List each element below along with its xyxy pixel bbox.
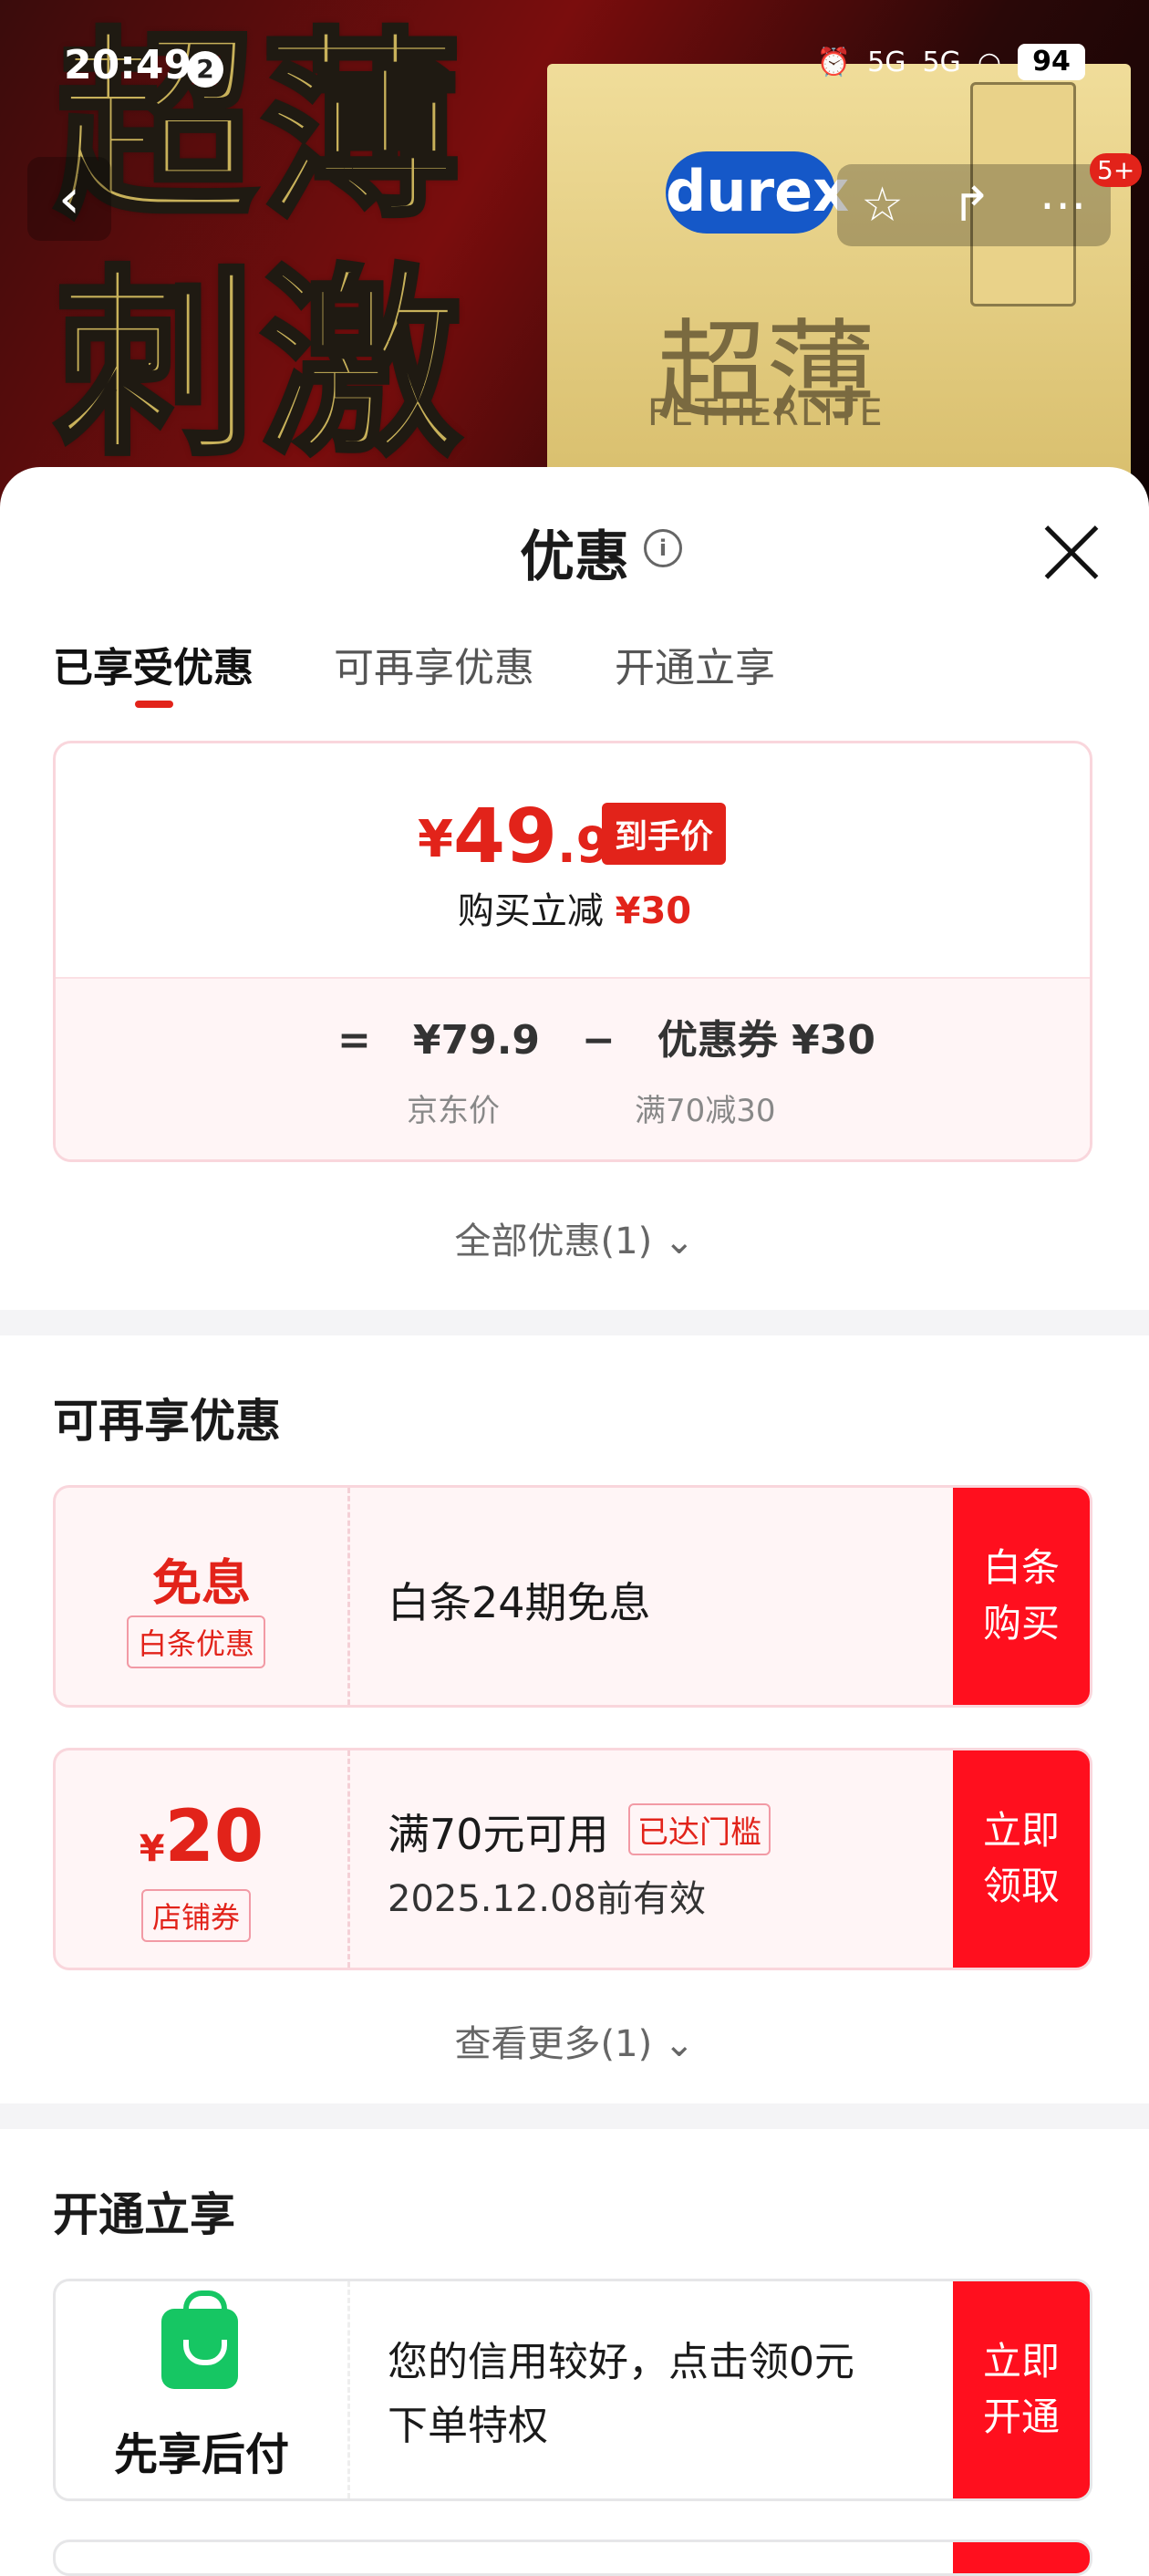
promo-text-line2: 刺激 [52, 248, 468, 482]
signal-icon: 5G [922, 46, 961, 78]
tab-available[interactable]: 可再享优惠 [334, 635, 534, 693]
purchase-reduction: 购买立减 ¥30 [457, 890, 692, 932]
final-price-tag: 到手价 [602, 803, 727, 865]
shopping-bag-icon [161, 2290, 238, 2389]
pay-later-label: 先享后付 [113, 2429, 289, 2480]
all-discounts-link[interactable]: 全部优惠(1) ⌄ [0, 1211, 1149, 1264]
favorite-icon[interactable]: ☆ [861, 178, 904, 233]
info-icon[interactable]: i [644, 529, 682, 567]
pay-later-card: 先享后付 您的信用较好，点击领0元 下单特权 立即 开通 [53, 2279, 1092, 2501]
discount-tabs: 已享受优惠 可再享优惠 开通立享 [53, 635, 775, 693]
next-card-cta[interactable] [953, 2542, 1090, 2573]
share-icon[interactable]: ↱ [952, 178, 992, 233]
notification-count: 2 [187, 51, 223, 88]
price-formula: = ¥79.9 − 优惠券 ¥30 [337, 1017, 876, 1064]
product-box-sub: FETHERLITE [647, 392, 885, 434]
top-actions: ☆ ↱ ⋯ [837, 164, 1111, 246]
brand-logo: durex [666, 151, 849, 234]
section-divider [0, 1310, 1149, 1335]
wifi-icon: ◠ [977, 46, 1001, 78]
cart-badge: 5+ [1090, 153, 1143, 187]
alarm-icon: ⏰ [816, 46, 852, 78]
status-bar: 20:49 2 ⏰ 5G 5G ◠ 94 [0, 0, 1149, 137]
close-button[interactable] [1040, 520, 1103, 584]
next-card-peek [53, 2540, 1092, 2576]
tab-indicator [135, 701, 173, 708]
tab-activate[interactable]: 开通立享 [615, 635, 775, 693]
status-time: 20:49 [64, 42, 192, 88]
jd-price-label: 京东价 [407, 1093, 500, 1129]
coupon-tag: 白条优惠 [127, 1615, 266, 1668]
claim-coupon-button[interactable]: 立即 领取 [953, 1750, 1090, 1968]
section-divider [0, 2103, 1149, 2129]
threshold-badge: 已达门槛 [628, 1803, 771, 1855]
tab-enjoyed[interactable]: 已享受优惠 [53, 635, 254, 693]
coupon-tag: 店铺券 [141, 1889, 252, 1942]
chevron-down-icon: ⌄ [663, 2023, 695, 2065]
coupon-expiry: 2025.12.08前有效 [388, 1878, 707, 1920]
coupon-desc: 白条24期免息 [388, 1578, 651, 1627]
coupon-desc: 满70元可用 [388, 1810, 609, 1859]
back-icon: ‹ [58, 167, 80, 231]
signal-icon: 5G [867, 46, 906, 78]
view-more-link[interactable]: 查看更多(1) ⌄ [0, 2014, 1149, 2067]
section-title-activate: 开通立享 [53, 2188, 235, 2241]
more-icon[interactable]: ⋯ [1040, 178, 1087, 233]
coupon-interest-free: 免息 白条优惠 白条24期免息 白条 购买 [53, 1485, 1092, 1708]
pay-later-desc: 您的信用较好，点击领0元 下单特权 [388, 2339, 854, 2450]
sheet-title: 优惠 [520, 525, 629, 589]
baitiao-buy-button[interactable]: 白条 购买 [953, 1488, 1090, 1705]
activate-button[interactable]: 立即 开通 [953, 2281, 1090, 2498]
chevron-down-icon: ⌄ [663, 1220, 695, 1262]
coupon-rule-label: 满70减30 [635, 1093, 776, 1129]
coupon-store: ¥20 店铺券 满70元可用 已达门槛 2025.12.08前有效 立即 领取 [53, 1748, 1092, 1970]
battery-indicator: 94 [1018, 44, 1085, 80]
price-breakdown [56, 977, 1090, 1159]
final-price: ¥49.9 [418, 794, 611, 880]
coupon-amount: ¥20 [139, 1796, 264, 1878]
back-button[interactable]: ‹ [27, 157, 111, 241]
section-title-available: 可再享优惠 [53, 1395, 281, 1448]
coupon-title: 免息 [152, 1554, 251, 1612]
